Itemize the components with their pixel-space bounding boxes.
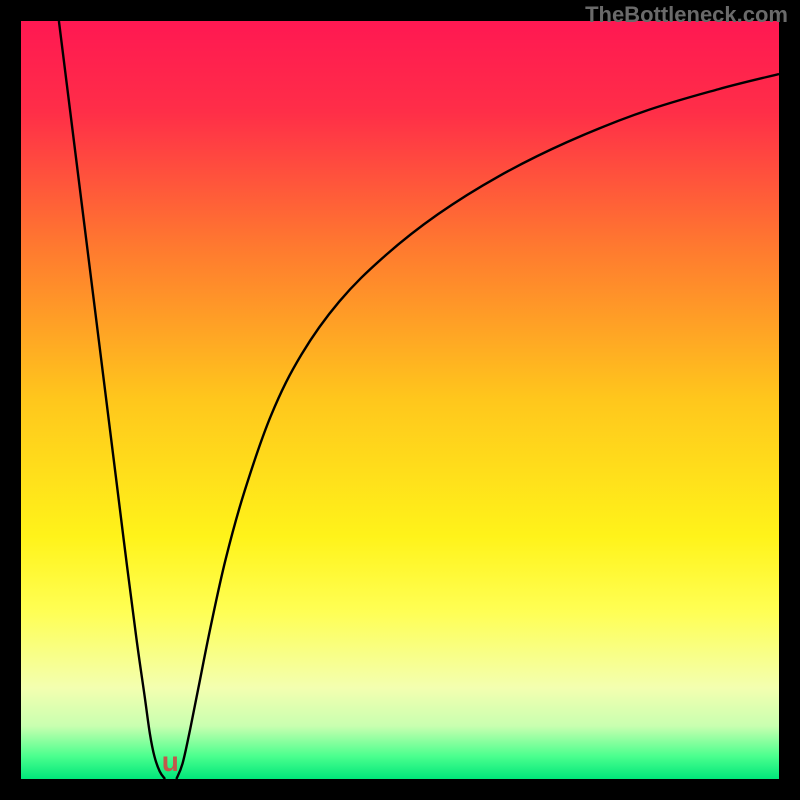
bottleneck-curve — [21, 21, 779, 779]
chart-frame: u TheBottleneck.com — [0, 0, 800, 800]
watermark-label: TheBottleneck.com — [585, 2, 788, 28]
curve-right-branch — [176, 74, 779, 779]
plot-area: u — [21, 21, 779, 779]
minimum-marker-icon: u — [156, 753, 184, 777]
curve-left-branch — [59, 21, 165, 779]
